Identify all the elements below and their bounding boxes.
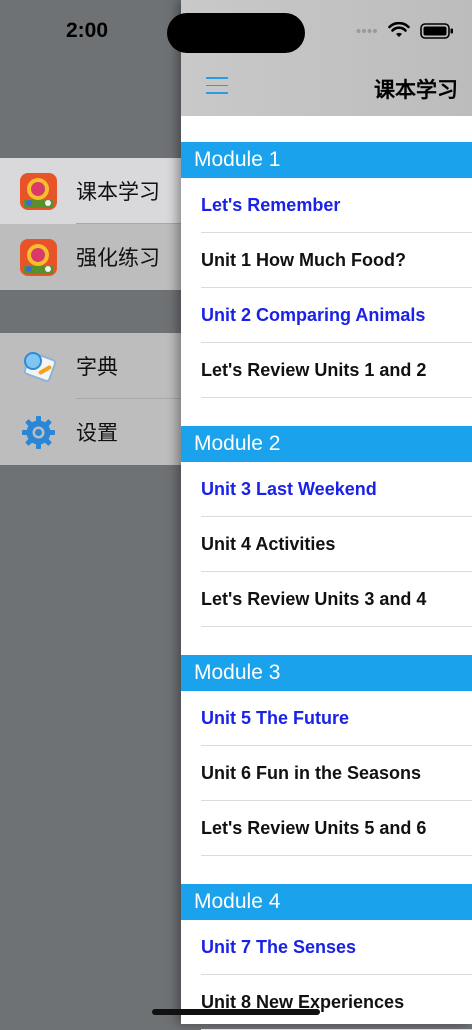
- gear-icon: [20, 414, 57, 451]
- dynamic-island: [167, 13, 305, 53]
- lesson-title: Let's Review Units 1 and 2: [201, 360, 427, 380]
- module-header: Module 1: [181, 142, 472, 178]
- drawer-item-label: 课本学习: [76, 181, 160, 204]
- lesson-title: Unit 5 The Future: [201, 708, 349, 728]
- lesson-title: Unit 3 Last Weekend: [201, 479, 377, 499]
- lesson-row[interactable]: Unit 2 Comparing Animals: [181, 288, 472, 343]
- lesson-row[interactable]: Unit 4 Activities: [181, 517, 472, 572]
- lesson-row[interactable]: Unit 7 The Senses: [181, 920, 472, 975]
- lesson-row[interactable]: Unit 6 Fun in the Seasons: [181, 746, 472, 801]
- signal-icon: [356, 28, 377, 33]
- lesson-row[interactable]: Let's Review Units 1 and 2: [181, 343, 472, 398]
- lesson-title: Unit 4 Activities: [201, 534, 336, 554]
- wifi-icon: [388, 22, 410, 37]
- practice-app-icon: [20, 238, 57, 276]
- home-indicator[interactable]: [152, 1009, 320, 1015]
- lesson-title: Unit 7 The Senses: [201, 937, 357, 957]
- drawer-item-settings[interactable]: 设置: [0, 399, 181, 465]
- status-time: 2:00: [66, 19, 109, 42]
- lesson-row[interactable]: Let's Remember: [181, 178, 472, 233]
- lesson-title: Unit 6 Fun in the Seasons: [201, 763, 422, 783]
- lesson-title: Let's Review Units 3 and 4: [201, 589, 427, 609]
- status-icons: [356, 22, 454, 39]
- main-panel: 课本学习 Module 1 Let's Remember Unit 1 How …: [167, 0, 472, 1030]
- module-header: Module 4: [181, 884, 472, 920]
- textbook-app-icon: [20, 172, 57, 210]
- lesson-row[interactable]: Let's Review Units 3 and 4: [181, 572, 472, 627]
- drawer-item-label: 设置: [76, 422, 118, 445]
- hamburger-icon[interactable]: [206, 77, 228, 94]
- page-title: 课本学习: [374, 79, 458, 102]
- dictionary-icon: [20, 348, 57, 385]
- lesson-title: Let's Review Units 5 and 6: [201, 818, 427, 838]
- lesson-row[interactable]: Unit 3 Last Weekend: [181, 462, 472, 517]
- lesson-title: Let's Remember: [201, 195, 341, 215]
- navigation-bar: 课本学习: [167, 0, 472, 116]
- drawer-item-label: 字典: [76, 356, 118, 379]
- lesson-list: Module 1 Let's Remember Unit 1 How Much …: [181, 116, 472, 1030]
- lesson-title: Unit 1 How Much Food?: [201, 250, 406, 270]
- drawer-item-label: 强化练习: [76, 247, 160, 270]
- lesson-row[interactable]: Unit 8 New Experiences: [181, 975, 472, 1030]
- lesson-row[interactable]: Unit 5 The Future: [181, 691, 472, 746]
- lesson-title: Unit 2 Comparing Animals: [201, 305, 426, 325]
- drawer-item-textbook[interactable]: 课本学习: [0, 158, 181, 224]
- module-header: Module 2: [181, 426, 472, 462]
- module-header: Module 3: [181, 655, 472, 691]
- lesson-row[interactable]: Unit 1 How Much Food?: [181, 233, 472, 288]
- drawer-item-dictionary[interactable]: 字典: [0, 333, 181, 399]
- drawer-item-practice[interactable]: 强化练习: [0, 224, 181, 290]
- menu-group-study: 课本学习 强化练习: [0, 158, 181, 290]
- menu-group-tools: 字典 设置: [0, 333, 181, 465]
- battery-icon: [420, 22, 453, 39]
- side-drawer: 2:00 课本学习 强化练习 字典 设置: [0, 0, 181, 1024]
- lesson-row[interactable]: Let's Review Units 5 and 6: [181, 801, 472, 856]
